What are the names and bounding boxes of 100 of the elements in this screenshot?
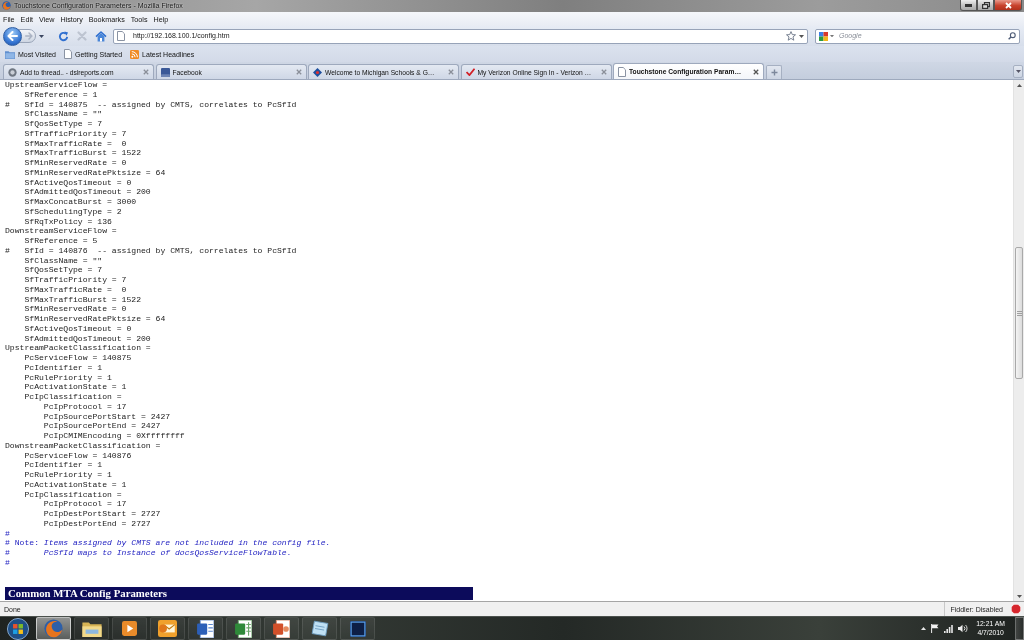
- signal-bars-icon: [944, 624, 954, 633]
- page-icon: [64, 49, 72, 59]
- page-icon: [618, 66, 626, 77]
- tab-list-button[interactable]: [1013, 65, 1023, 78]
- caret-down-icon: [38, 34, 44, 38]
- config-line: SfRqTxPolicy = 136: [24, 216, 112, 227]
- config-line: PcServiceFlow = 140875: [24, 353, 132, 363]
- new-tab-button[interactable]: [766, 65, 782, 79]
- config-line: SfMaxTrafficBurst = 1522: [24, 294, 141, 305]
- comment-line: # PcSfId maps to Instance of docsQosServiceFlowTable.: [5, 548, 292, 558]
- minimize-button[interactable]: [960, 0, 977, 11]
- config-line: SfMinReservedRate = 0: [24, 158, 127, 168]
- section-heading: Common MTA Config Parameters: [5, 587, 473, 600]
- config-line: SfMaxTrafficRate = 0: [24, 284, 127, 295]
- globe-icon: [2, 1, 11, 10]
- config-line: SfTrafficPriority = 7: [24, 275, 127, 285]
- config-line: PcRulePriority = 1: [24, 372, 112, 383]
- config-line: SfReference = 1: [24, 89, 98, 100]
- restore-icon: [981, 1, 990, 9]
- config-line: PcIpDestPortEnd = 2727: [43, 518, 151, 529]
- back-button[interactable]: [3, 26, 22, 46]
- config-line: PcIpDestPortStart = 2727: [43, 509, 161, 519]
- config-line: PcIdentifier = 1: [24, 460, 103, 470]
- config-line: PcActivationState = 1: [24, 479, 127, 490]
- config-line: SfClassName = "": [24, 255, 103, 266]
- taskbar-button[interactable]: [112, 617, 147, 640]
- taskbar-button[interactable]: [264, 617, 299, 640]
- arrow-left-icon: [7, 31, 18, 41]
- taskbar-button[interactable]: [188, 617, 223, 640]
- comment-line: # Note: Items assigned by CMTS are not included in the config file.: [5, 538, 331, 548]
- search-icon[interactable]: [1008, 32, 1016, 40]
- folder-icon: [81, 620, 102, 637]
- start-orb-icon: [7, 617, 29, 640]
- taskbar-button[interactable]: [150, 617, 185, 640]
- show-desktop-button[interactable]: [1015, 617, 1024, 640]
- envelope-icon: [158, 620, 177, 637]
- config-line: PcIpProtocol = 17: [43, 499, 127, 509]
- config-line: SfActiveQosTimeout = 0: [24, 177, 132, 188]
- config-line: DownstreamServiceFlow =: [5, 226, 117, 236]
- config-line: SfAdmittedQosTimeout = 200: [24, 187, 151, 197]
- config-line: PcServiceFlow = 140876: [24, 450, 132, 461]
- star-icon[interactable]: [786, 31, 796, 41]
- config-line: SfReference = 5: [24, 236, 98, 246]
- caret-up-icon: [1016, 83, 1022, 87]
- comment-line: #: [5, 557, 10, 568]
- config-line: PcActivationState = 1: [24, 382, 127, 392]
- slides-icon: [273, 619, 290, 638]
- config-line: SfMinReservedRatePktsize = 64: [24, 167, 166, 178]
- x-icon: [77, 31, 87, 41]
- config-line: SfMaxTrafficBurst = 1522: [24, 148, 141, 158]
- comment-marker: #: [5, 99, 10, 110]
- config-line: PcIpClassification =: [24, 392, 122, 402]
- speaker-icon: [958, 624, 969, 633]
- comment-line: #: [5, 528, 10, 539]
- config-line: SfMaxTrafficRate = 0: [24, 138, 127, 149]
- scrollbar[interactable]: [1013, 80, 1024, 601]
- globe-icon: [44, 619, 63, 638]
- config-line: SfMinReservedRatePktsize = 64: [24, 314, 166, 324]
- config-line: PcIdentifier = 1: [24, 362, 103, 373]
- feed-icon: [130, 49, 140, 59]
- config-line: UpstreamServiceFlow =: [5, 80, 107, 90]
- config-line: SfQosSetType = 7: [24, 119, 103, 129]
- config-line: SfId = 140876 -- assigned by CMTS, correlates to PcSfId: [24, 245, 297, 256]
- config-line: UpstreamPacketClassification =: [5, 343, 151, 353]
- home-button[interactable]: [93, 28, 109, 44]
- restore-button[interactable]: [977, 0, 994, 11]
- comment-marker: #: [5, 245, 10, 256]
- config-line: PcIpCMIMEncoding = 0Xffffffff: [43, 431, 185, 441]
- stop-sign-icon[interactable]: [1011, 604, 1021, 614]
- config-line: SfTrafficPriority = 7: [24, 128, 127, 139]
- config-line: SfMaxConcatBurst = 3000: [24, 197, 137, 207]
- grip-icon: [1016, 310, 1022, 316]
- caret-down-icon: [799, 34, 804, 38]
- page-icon: [117, 31, 125, 41]
- config-line: DownstreamPacketClassification =: [5, 440, 161, 451]
- caret-up-icon: [921, 627, 927, 630]
- scrollbar-thumb[interactable]: [1015, 247, 1023, 379]
- taskbar-button[interactable]: [226, 617, 261, 640]
- config-line: PcRulePriority = 1: [24, 470, 112, 480]
- config-line: PcIpSourcePortEnd = 2427: [43, 421, 161, 431]
- diamond-icon: [313, 67, 322, 77]
- document-icon: [197, 619, 214, 638]
- config-line: SfClassName = "": [24, 109, 103, 119]
- flag-icon: [931, 624, 940, 633]
- square-tile-icon: [349, 620, 366, 637]
- plus-icon: [770, 69, 778, 76]
- square-logo-icon: [160, 67, 170, 77]
- caret-down-icon: [1016, 594, 1022, 598]
- config-line: PcIpSourcePortStart = 2427: [43, 411, 171, 422]
- close-button[interactable]: [994, 0, 1022, 11]
- config-line: PcIpClassification =: [24, 489, 122, 500]
- close-icon[interactable]: [753, 68, 759, 75]
- taskbar-button[interactable]: [302, 617, 337, 640]
- config-line: SfQosSetType = 7: [24, 265, 103, 275]
- taskbar-button[interactable]: [74, 617, 109, 640]
- check-icon: [465, 68, 475, 76]
- circle-logo-icon: [8, 67, 17, 77]
- folder-icon: [5, 49, 15, 59]
- config-line: PcIpProtocol = 17: [43, 401, 127, 412]
- config-line: SfId = 140875 -- assigned by CMTS, correlates to PcSfId: [24, 99, 297, 110]
